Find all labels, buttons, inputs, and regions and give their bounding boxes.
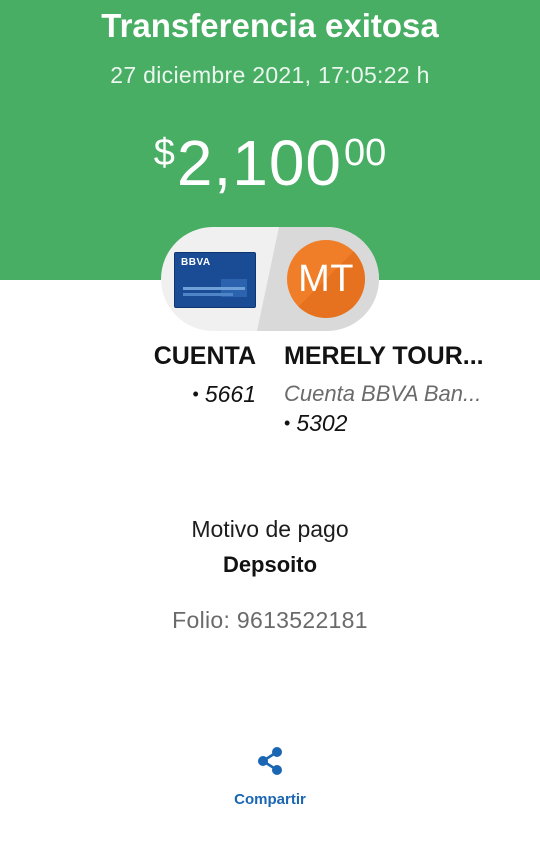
amount-cents: 00 (344, 132, 387, 174)
transfer-parties-badge: BBVA MT (161, 227, 379, 331)
payment-reason-label: Motivo de pago (191, 516, 349, 542)
page-title: Transferencia exitosa (101, 7, 439, 44)
folio-number: Folio: 9613522181 (172, 607, 368, 633)
bullet: • (192, 384, 199, 404)
card-line (183, 293, 233, 296)
bullet: • (284, 413, 291, 433)
recipient-bank: Cuenta BBVA Ban... (284, 381, 482, 406)
transfer-amount: $2,10000 (0, 118, 540, 208)
card-line (183, 287, 245, 290)
source-account-digits: 5661 (204, 381, 256, 407)
recipient-avatar: MT (287, 240, 365, 318)
source-account-number: • 5661 (100, 378, 256, 412)
share-button[interactable]: Compartir (210, 746, 330, 826)
share-icon (258, 747, 282, 775)
avatar-initials: MT (298, 258, 354, 300)
recipient-account-number: • 5302 (284, 407, 484, 441)
recipient-account-digits: 5302 (296, 410, 348, 436)
payment-reason-value: Depsoito (222, 552, 318, 577)
amount-integer: 2,100 (176, 127, 342, 199)
share-label[interactable]: Compartir (210, 790, 330, 810)
bbva-card-icon: BBVA (174, 252, 256, 308)
source-account-name: CUENTA (153, 342, 256, 370)
currency-symbol: $ (153, 132, 175, 174)
recipient-name: MERELY TOUR... (284, 342, 484, 370)
card-logo: BBVA (181, 257, 211, 268)
transfer-datetime: 27 diciembre 2021, 17:05:22 h (110, 62, 430, 88)
